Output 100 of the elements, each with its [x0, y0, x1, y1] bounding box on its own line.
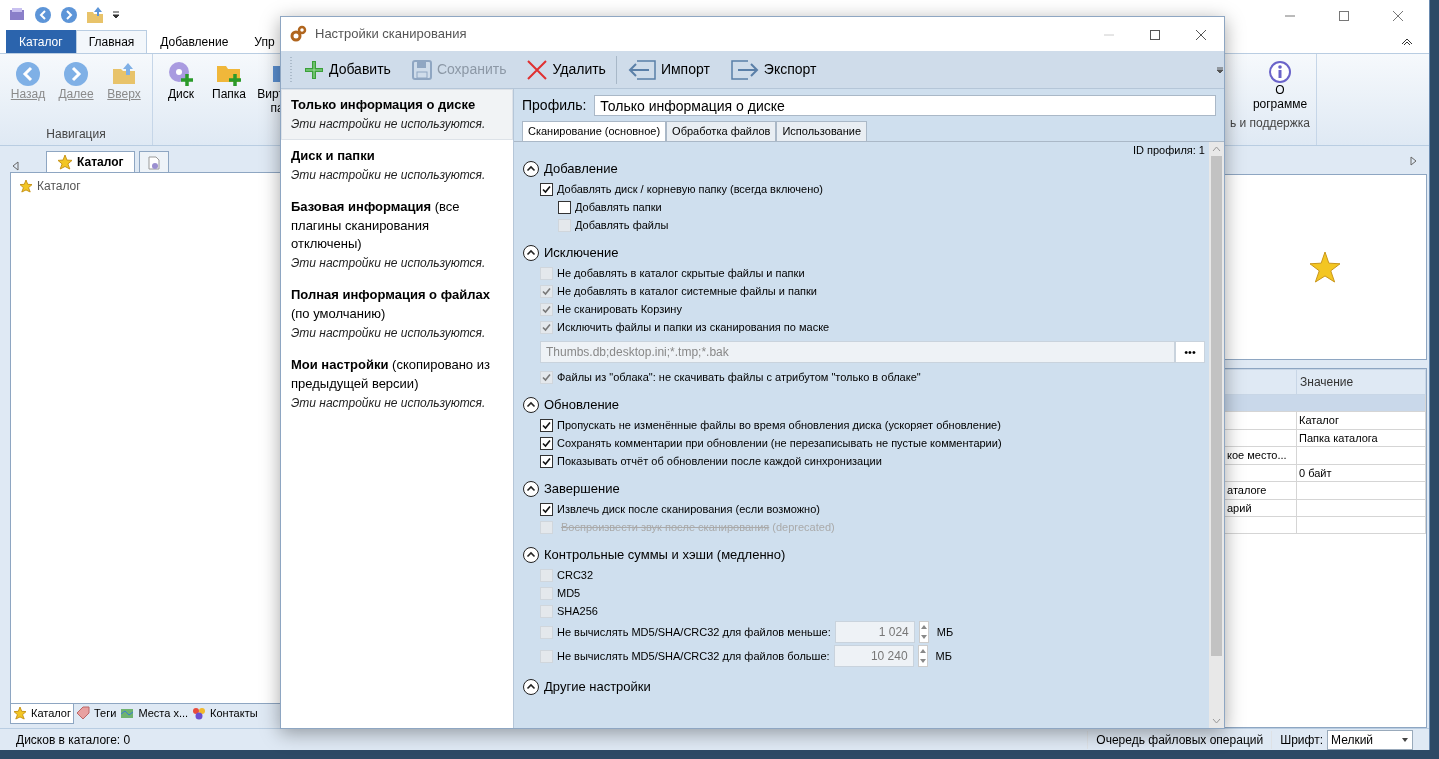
settings-tab[interactable]: Сканирование (основное): [522, 121, 667, 141]
section-title: Другие настройки: [544, 678, 651, 697]
panel-tab[interactable]: Теги: [74, 704, 119, 723]
ribbon-tab[interactable]: Упр: [241, 30, 288, 53]
font-label: Шрифт:: [1279, 731, 1324, 749]
toolbar-button[interactable]: Экспорт: [719, 54, 827, 85]
profile-id: ID профиля: 1: [1132, 142, 1205, 158]
tags-icon: [76, 706, 90, 721]
scroll-right-icon[interactable]: [1409, 155, 1419, 167]
ribbon-tab[interactable]: Главная: [75, 30, 148, 53]
star-icon: [57, 154, 73, 170]
about-button[interactable]: О рограмме: [1250, 58, 1310, 114]
folder-up-icon[interactable]: [86, 6, 104, 24]
option-label: Извлечь диск после сканирования (если возможно): [557, 501, 820, 517]
people-icon: [192, 706, 207, 721]
option-label: Файлы из "облака": не скачивать файлы с атрибутом "только в облаке": [557, 369, 921, 385]
profile-item[interactable]: Диск и папки Эти настройки не используются.: [281, 139, 513, 191]
option-label: Воспроизвести звук после сканирования (deprecated): [561, 519, 835, 535]
settings-tab[interactable]: Использование: [776, 121, 868, 141]
ribbon-button[interactable]: Диск: [159, 58, 203, 143]
status-queue[interactable]: Очередь файловых операций: [1087, 730, 1273, 749]
column-header: Значение: [1296, 369, 1426, 395]
unit-label: МБ: [936, 624, 954, 640]
toolbar-button[interactable]: Удалить: [516, 54, 616, 85]
profile-item[interactable]: Только информация о диске Эти настройки не используются.: [281, 89, 513, 140]
scrollbar-thumb[interactable]: [1211, 155, 1222, 656]
collapse-icon[interactable]: [522, 678, 540, 696]
table-cell: Каталог: [1296, 411, 1426, 429]
customize-dropdown-icon[interactable]: [112, 9, 120, 21]
checkbox[interactable]: [540, 454, 553, 468]
map-icon: [120, 706, 135, 721]
collapse-icon[interactable]: [522, 480, 540, 498]
spinner-icon[interactable]: [918, 621, 929, 643]
option-label: Показывать отчёт об обновлении после каждой синхронизации: [557, 453, 882, 469]
option-label: Не вычислять MD5/SHA/CRC32 для файлов меньше:: [557, 624, 831, 640]
checkbox[interactable]: [540, 182, 553, 196]
collapse-icon[interactable]: [522, 244, 540, 262]
dropdown-arrow-icon: [1401, 736, 1409, 743]
x-icon: [526, 58, 549, 81]
panel-tab[interactable]: Контакты: [190, 704, 260, 723]
tree-item[interactable]: Каталог: [15, 177, 280, 195]
checkbox[interactable]: [540, 436, 553, 450]
star-icon: [1309, 251, 1341, 283]
section-title: Обновление: [544, 396, 620, 415]
checkbox[interactable]: [540, 502, 553, 516]
star-icon: [19, 179, 33, 193]
profile-label: Профиль:: [522, 95, 587, 115]
close-icon: [1195, 28, 1207, 41]
scrollbar[interactable]: [1209, 141, 1224, 728]
collapse-icon[interactable]: [522, 546, 540, 564]
spinner-icon[interactable]: [917, 645, 928, 667]
profile-item[interactable]: Полная информация о файлах (по умолчанию) Эти настройки не используются.: [281, 279, 513, 349]
option-label: Исключить файлы и папки из сканирования по маске: [557, 319, 830, 335]
close-icon: [1392, 9, 1404, 22]
option-label: CRC32: [557, 567, 594, 583]
unit-label: МБ: [935, 648, 952, 664]
option-label: Не добавлять в каталог системные файлы и папки: [557, 283, 817, 299]
profile-name-field[interactable]: Только информация о диске: [594, 94, 1216, 116]
toolbar-overflow-icon[interactable]: [1216, 64, 1224, 75]
checkbox[interactable]: [558, 200, 571, 214]
group-label: ь и поддержка: [1229, 114, 1310, 132]
profile-item[interactable]: Базовая информация (все плагины сканирования отключены) Эти настройки не используются.: [281, 190, 513, 280]
panel-tab[interactable]: Каталог: [10, 704, 74, 724]
collapse-icon[interactable]: [522, 396, 540, 414]
scroll-left-icon[interactable]: [10, 160, 20, 172]
maximize-icon: [1338, 9, 1350, 22]
ribbon-button[interactable]: Папка: [207, 58, 251, 143]
option-label: Не вычислять MD5/SHA/CRC32 для файлов больше:: [557, 648, 830, 664]
toolbar-button[interactable]: Импорт: [616, 54, 720, 85]
maximize-icon: [1149, 28, 1161, 41]
document-icon: [147, 155, 160, 170]
star-icon: [13, 706, 27, 721]
collapse-icon[interactable]: [522, 160, 540, 178]
status-text: Дисков в каталоге: 0: [15, 731, 131, 749]
table-cell: 0 байт: [1296, 464, 1426, 482]
export-arrow-icon: [729, 58, 760, 81]
table-cell: Папка каталога: [1296, 429, 1426, 447]
disc-add-icon: [167, 60, 195, 88]
panel-tab[interactable]: Места х...: [118, 704, 191, 723]
panel-tab[interactable]: Каталог: [46, 151, 135, 172]
option-label: Не добавлять в каталог скрытые файлы и папки: [557, 265, 805, 281]
option-label: Не сканировать Корзину: [557, 301, 682, 317]
option-label: Добавлять диск / корневую папку (всегда включено): [557, 181, 823, 197]
section-title: Добавление: [544, 160, 618, 179]
option-label: Сохранять комментарии при обновлении (не перезаписывать не пустые комментарии): [557, 435, 1002, 451]
panel-tab[interactable]: [138, 151, 169, 172]
toolbar-button[interactable]: Добавить: [293, 54, 401, 85]
section-title: Контрольные суммы и хэши (медленно): [544, 546, 786, 565]
section-title: Завершение: [544, 480, 620, 499]
option-label: SHA256: [557, 603, 598, 619]
ribbon-tab[interactable]: Добавление: [147, 30, 242, 53]
profile-item[interactable]: Мои настройки (скопировано из предыдущей версии) Эти настройки не используются.: [281, 348, 513, 419]
group-label: Навигация: [45, 126, 107, 143]
checkbox[interactable]: [540, 418, 553, 432]
font-dropdown[interactable]: Мелкий: [1327, 729, 1413, 750]
settings-tab[interactable]: Обработка файлов: [666, 121, 777, 141]
option-label: Добавлять папки: [575, 199, 662, 215]
section-title: Исключение: [544, 244, 619, 263]
option-label: Добавлять файлы: [575, 217, 669, 233]
file-menu-tab[interactable]: Каталог: [6, 30, 76, 53]
